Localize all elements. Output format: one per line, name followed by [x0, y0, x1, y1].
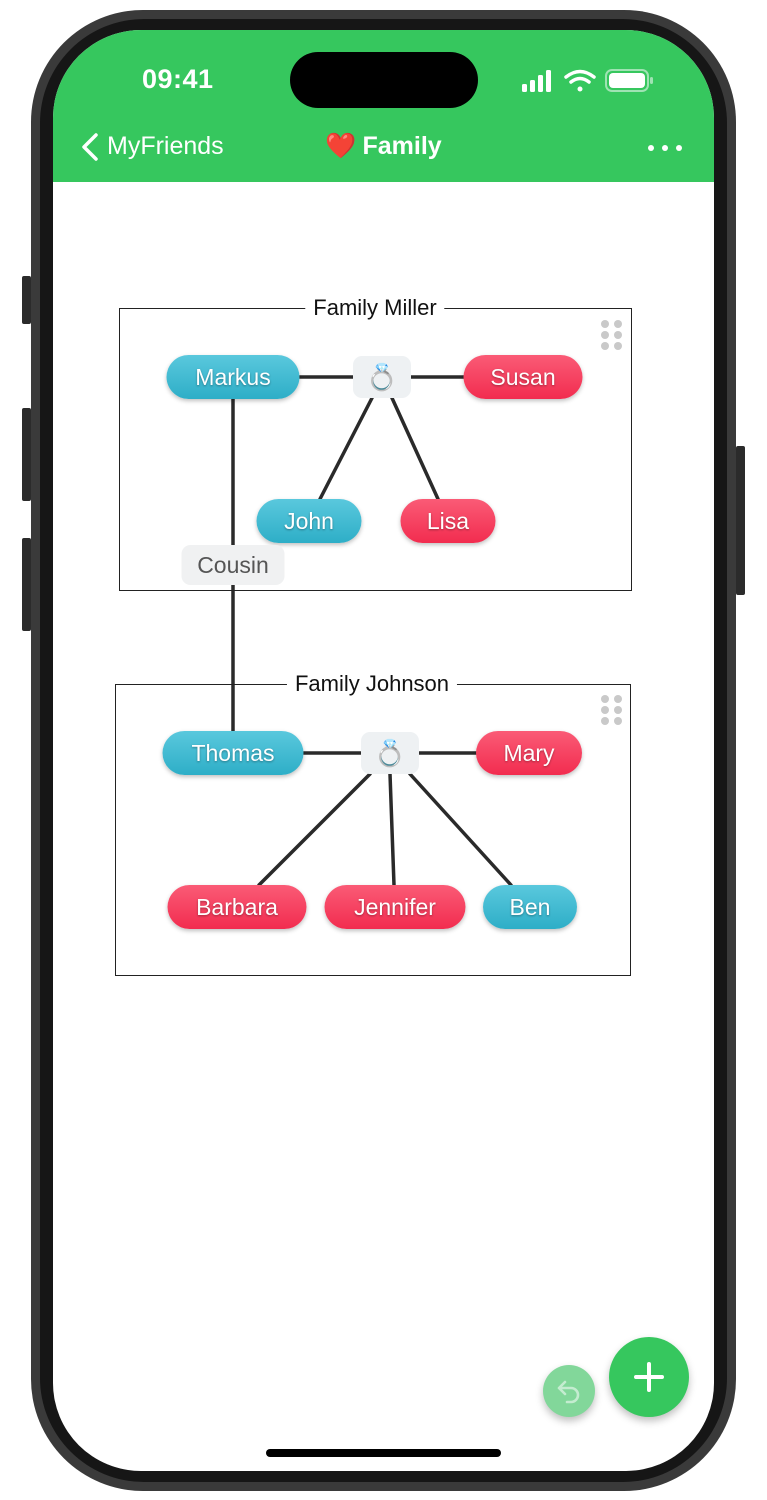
ring-emoji: 💍: [373, 737, 407, 768]
group-family-johnson[interactable]: [115, 684, 631, 976]
add-button[interactable]: [609, 1337, 689, 1417]
home-indicator[interactable]: [266, 1449, 501, 1457]
group-title: Family Miller: [305, 295, 445, 321]
undo-button[interactable]: [543, 1365, 595, 1417]
family-tree-canvas[interactable]: Family Miller Family Johnson Markus 💍 Su…: [0, 0, 767, 1500]
drag-handle-icon[interactable]: [601, 695, 623, 725]
group-title: Family Johnson: [286, 671, 458, 697]
ring-emoji: 💍: [365, 361, 399, 392]
marriage-ring-icon[interactable]: 💍: [361, 732, 419, 774]
person-node-jennifer[interactable]: Jennifer: [324, 885, 466, 929]
person-node-ben[interactable]: Ben: [483, 885, 577, 929]
person-node-markus[interactable]: Markus: [166, 355, 300, 399]
person-node-thomas[interactable]: Thomas: [162, 731, 304, 775]
plus-icon: [634, 1362, 664, 1392]
person-node-john[interactable]: John: [256, 499, 362, 543]
marriage-ring-icon[interactable]: 💍: [353, 356, 411, 398]
drag-handle-icon[interactable]: [601, 320, 623, 350]
person-node-lisa[interactable]: Lisa: [400, 499, 496, 543]
person-node-mary[interactable]: Mary: [476, 731, 582, 775]
undo-icon: [557, 1380, 580, 1404]
person-node-susan[interactable]: Susan: [463, 355, 583, 399]
person-node-barbara[interactable]: Barbara: [167, 885, 307, 929]
relation-label-cousin[interactable]: Cousin: [181, 545, 285, 585]
